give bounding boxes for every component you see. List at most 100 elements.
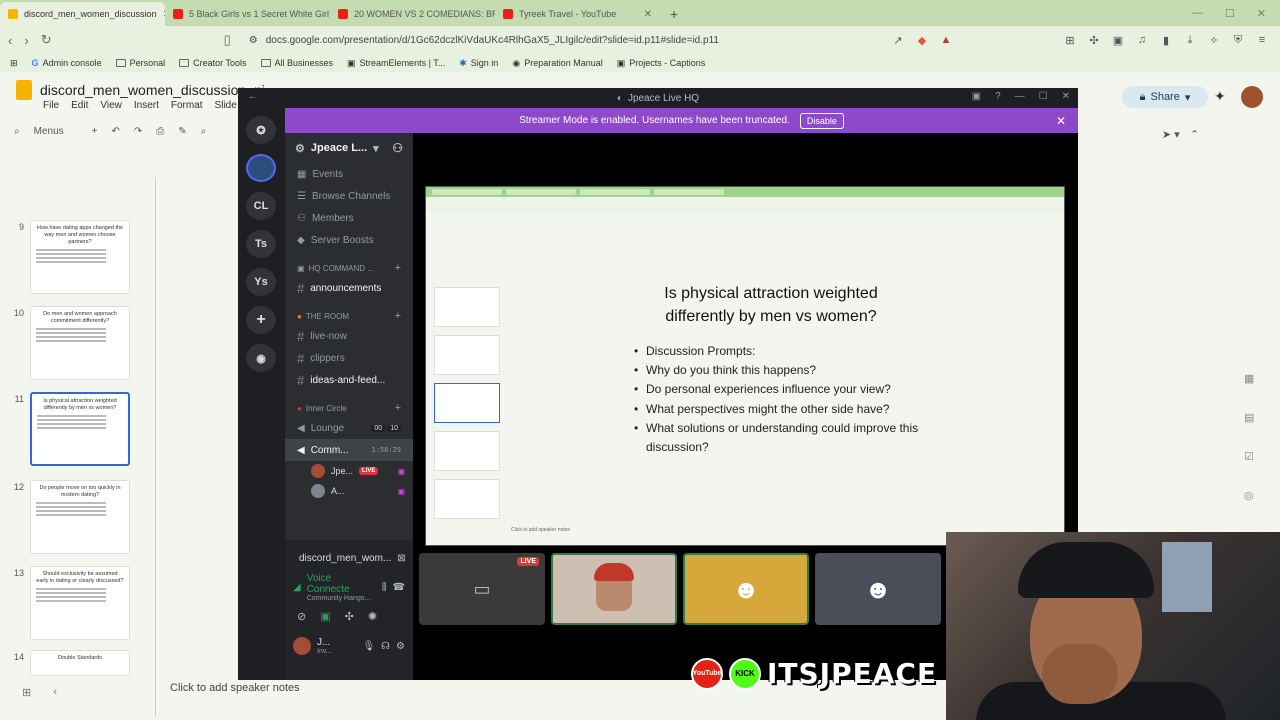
minimize-icon[interactable]: —: [1015, 91, 1025, 102]
browser-tab-youtube-2[interactable]: 20 WOMEN VS 2 COMEDIANS: BRO ✕: [330, 2, 495, 26]
collapse-filmstrip-icon[interactable]: ‹: [53, 686, 57, 699]
maximize-icon[interactable]: ☐: [1039, 91, 1048, 102]
slide-thumbnail-9[interactable]: 9 How have dating apps changed the way m…: [10, 220, 130, 294]
browser-tab-youtube-1[interactable]: 5 Black Girls vs 1 Secret White Girl ✕: [165, 2, 330, 26]
browser-tab-slides[interactable]: discord_men_women_discussion ✕: [0, 2, 165, 26]
inbox-icon[interactable]: ▣: [972, 91, 981, 102]
reload-icon[interactable]: ↻: [41, 32, 52, 48]
back-icon[interactable]: ←: [248, 91, 258, 102]
server-ts[interactable]: Ts: [246, 230, 276, 258]
translate-icon[interactable]: ⊞: [1064, 34, 1076, 47]
add-server-icon[interactable]: +: [246, 306, 276, 334]
nav-browse-channels[interactable]: ☰ Browse Channels: [285, 185, 413, 207]
collapse-icon[interactable]: ⌃: [1190, 128, 1199, 141]
site-info-icon[interactable]: ⚙: [249, 35, 258, 46]
grid-view-icon[interactable]: ⊞: [22, 686, 31, 699]
undo-icon[interactable]: ↶: [111, 126, 119, 137]
leo-icon[interactable]: ✧: [1208, 34, 1220, 47]
menu-file[interactable]: File: [43, 100, 59, 111]
slide-thumbnail-11[interactable]: 11 Is physical attraction weighted diffe…: [10, 392, 130, 466]
sidebar-icon[interactable]: ▮: [1160, 34, 1172, 47]
gear-icon[interactable]: ⚙: [396, 641, 405, 652]
explore-icon[interactable]: ◉: [246, 344, 276, 372]
server-header[interactable]: ⚙ Jpeace L... ▾ ⚇: [285, 133, 413, 163]
apps-grid-icon[interactable]: ⊞: [10, 58, 18, 69]
search-icon[interactable]: ⌕: [14, 126, 20, 137]
bookmark-item[interactable]: ✱ Sign in: [459, 58, 498, 69]
url-field[interactable]: ⚙ docs.google.com/presentation/d/1Gc62dc…: [243, 29, 880, 51]
slide-thumbnail-10[interactable]: 10 Do men and women approach commitment …: [10, 306, 130, 380]
speaker-notes[interactable]: Click to add speaker notes: [170, 682, 300, 694]
close-window-icon[interactable]: ✕: [1257, 7, 1266, 20]
tasks-icon[interactable]: ☑: [1244, 450, 1254, 463]
menu-slide[interactable]: Slide: [215, 100, 237, 111]
channel-ideas[interactable]: # ideas-and-feed...: [285, 369, 413, 391]
cursor-mode-icon[interactable]: ➤ ▾: [1162, 128, 1180, 141]
redo-icon[interactable]: ↷: [134, 126, 142, 137]
gemini-icon[interactable]: ✦: [1214, 88, 1226, 105]
bookmark-item[interactable]: All Businesses: [260, 58, 333, 68]
participant-tile-discord[interactable]: ☻: [683, 553, 809, 625]
bookmark-item[interactable]: ▣ Projects - Captions: [617, 58, 706, 69]
extensions-icon[interactable]: ✣: [1088, 34, 1100, 47]
forward-icon[interactable]: ›: [24, 33, 28, 48]
slide-thumbnail-13[interactable]: 13 Should exclusivity be assumed early i…: [10, 566, 130, 640]
channel-live-now[interactable]: # live-now: [285, 325, 413, 347]
vpn-icon[interactable]: ⛨: [1232, 34, 1244, 47]
calendar-icon[interactable]: ▦: [1244, 372, 1254, 385]
bookmark-item[interactable]: Personal: [115, 58, 165, 68]
menus-search[interactable]: Menus: [34, 126, 64, 137]
soundboard-icon[interactable]: ✺: [368, 610, 377, 623]
zoom-icon[interactable]: ⌕: [201, 126, 207, 137]
maps-icon[interactable]: ◎: [1244, 489, 1254, 502]
brave-shield-icon[interactable]: ◆: [916, 34, 928, 47]
back-icon[interactable]: ‹: [8, 33, 12, 48]
category-inner-circle[interactable]: ● Inner Circle +: [285, 399, 413, 417]
add-channel-icon[interactable]: +: [395, 262, 401, 274]
menu-insert[interactable]: Insert: [134, 100, 159, 111]
nav-members[interactable]: ⚇ Members: [285, 207, 413, 229]
share-button[interactable]: 🔒︎ Share ▾: [1122, 86, 1208, 108]
nav-events[interactable]: ▦ Events: [285, 163, 413, 185]
menu-icon[interactable]: ≡: [1256, 34, 1268, 47]
screen-share-icon[interactable]: ▣: [320, 610, 330, 623]
channel-clippers[interactable]: # clippers: [285, 347, 413, 369]
help-icon[interactable]: ?: [995, 91, 1001, 102]
discord-home-icon[interactable]: ✪: [246, 116, 276, 144]
menu-edit[interactable]: Edit: [71, 100, 88, 111]
headphones-icon[interactable]: ☊: [381, 641, 390, 652]
music-icon[interactable]: ♫: [1136, 34, 1148, 47]
keep-icon[interactable]: ▤: [1244, 411, 1254, 424]
participant-tile-discord-2[interactable]: ☻: [815, 553, 941, 625]
voice-channel-community[interactable]: ◀ Comm... 1:58:29: [285, 439, 413, 461]
slide-thumbnail-12[interactable]: 12 Do people move on too quickly in mode…: [10, 480, 130, 554]
channel-announcements[interactable]: # announcements: [285, 277, 413, 299]
maximize-icon[interactable]: ☐: [1225, 7, 1235, 20]
participant-tile-camera[interactable]: [551, 553, 677, 625]
screenshot-icon[interactable]: ▣: [1112, 34, 1124, 47]
invite-people-icon[interactable]: ⚇: [392, 141, 403, 155]
bookmark-item[interactable]: G Admin console: [32, 58, 102, 68]
activities-icon[interactable]: ✣: [345, 610, 354, 623]
bookmark-item[interactable]: Creator Tools: [179, 58, 247, 68]
noise-icon[interactable]: ⫼: [382, 582, 387, 593]
category-the-room[interactable]: ● THE ROOM +: [285, 307, 413, 325]
camera-off-icon[interactable]: ⊘: [297, 610, 306, 623]
active-stream-row[interactable]: discord_men_wom... ⊠: [285, 544, 413, 572]
voice-user-1[interactable]: Jpe... LIVE ▣: [285, 461, 413, 481]
server-cl[interactable]: CL: [246, 192, 276, 220]
screen-share-view[interactable]: Is physical attraction weighted differen…: [425, 186, 1065, 546]
rewards-icon[interactable]: ▲: [940, 34, 952, 47]
participant-tile-stream[interactable]: LIVE ▭: [419, 553, 545, 625]
close-icon[interactable]: ✕: [1056, 114, 1066, 128]
slide-thumbnail-14[interactable]: 14 Double Standards: [10, 650, 130, 676]
bookmark-item[interactable]: ◉ Preparation Manual: [512, 58, 602, 69]
nav-server-boosts[interactable]: ◆ Server Boosts: [285, 229, 413, 251]
paint-format-icon[interactable]: ✎: [178, 126, 186, 137]
category-hq-command[interactable]: ▣ HQ COMMAND ... +: [285, 259, 413, 277]
close-icon[interactable]: ✕: [1062, 91, 1070, 102]
new-tab-button[interactable]: +: [660, 6, 688, 26]
menu-view[interactable]: View: [100, 100, 122, 111]
close-icon[interactable]: ✕: [644, 9, 652, 20]
slides-logo-icon[interactable]: [16, 80, 32, 100]
